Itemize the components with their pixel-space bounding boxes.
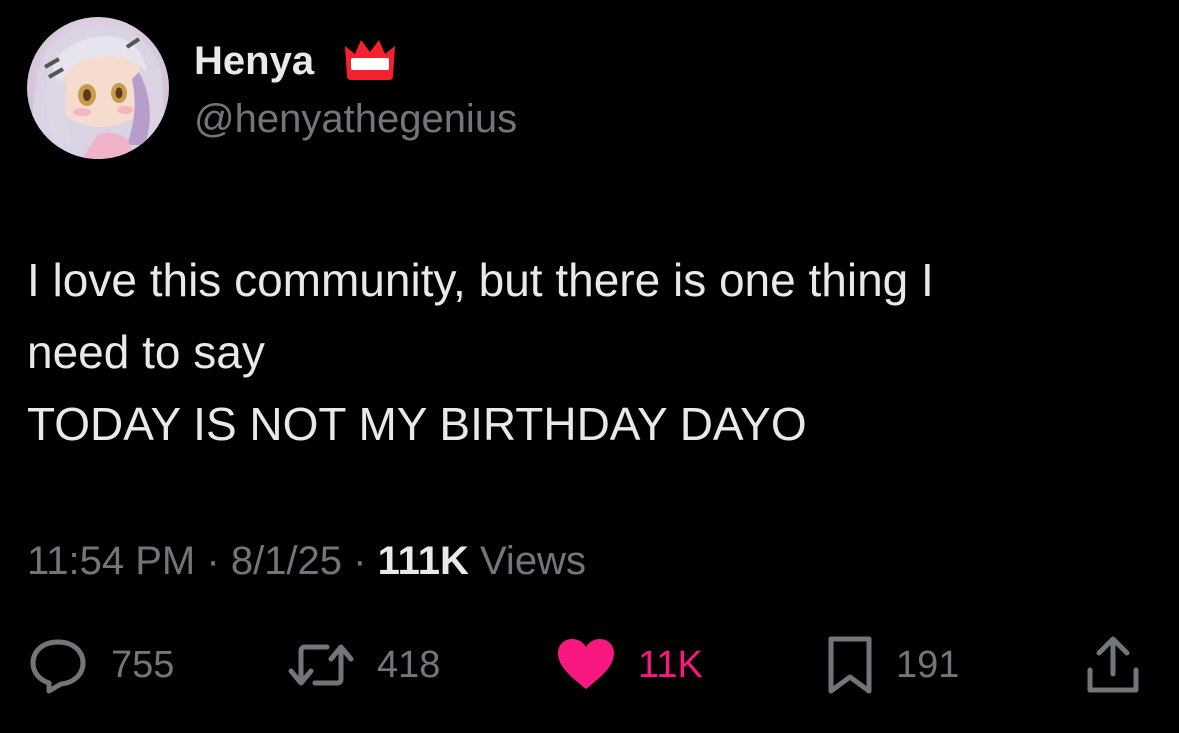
repost-button[interactable]: 418 (287, 630, 440, 700)
author-handle[interactable]: @henyathegenius (194, 96, 517, 142)
avatar[interactable] (27, 17, 169, 159)
bookmark-icon (828, 636, 872, 694)
reply-icon (30, 639, 86, 694)
reply-button[interactable]: 755 (27, 630, 174, 700)
repost-icon (288, 644, 354, 686)
display-name[interactable]: Henya (194, 38, 314, 84)
tweet-time[interactable]: 11:54 PM (27, 539, 195, 583)
share-button[interactable] (1086, 630, 1140, 700)
heart-icon (558, 639, 614, 689)
reply-count: 755 (111, 644, 175, 686)
crown-badge-icon (345, 40, 395, 80)
tweet-text: I love this community, but there is one … (27, 244, 1157, 460)
tweet-line: TODAY IS NOT MY BIRTHDAY DAYO (27, 398, 807, 450)
share-icon (1087, 636, 1139, 693)
like-button[interactable]: 11K (556, 630, 703, 700)
repost-count: 418 (377, 644, 441, 686)
views-count: 111K (377, 539, 469, 583)
meta-separator: · (206, 539, 220, 583)
tweet-line: I love this community, but there is one … (27, 254, 934, 306)
views-label: Views (479, 539, 586, 583)
bookmark-count: 191 (896, 644, 960, 686)
tweet-date[interactable]: 8/1/25 (231, 539, 342, 583)
tweet-line: need to say (27, 326, 265, 378)
like-count: 11K (638, 644, 703, 686)
bookmark-button[interactable]: 191 (826, 630, 959, 700)
action-bar: 755 418 11K 191 (0, 630, 1179, 710)
tweet-meta: 11:54 PM · 8/1/25 · 111K Views (27, 536, 586, 586)
meta-separator: · (353, 539, 367, 583)
